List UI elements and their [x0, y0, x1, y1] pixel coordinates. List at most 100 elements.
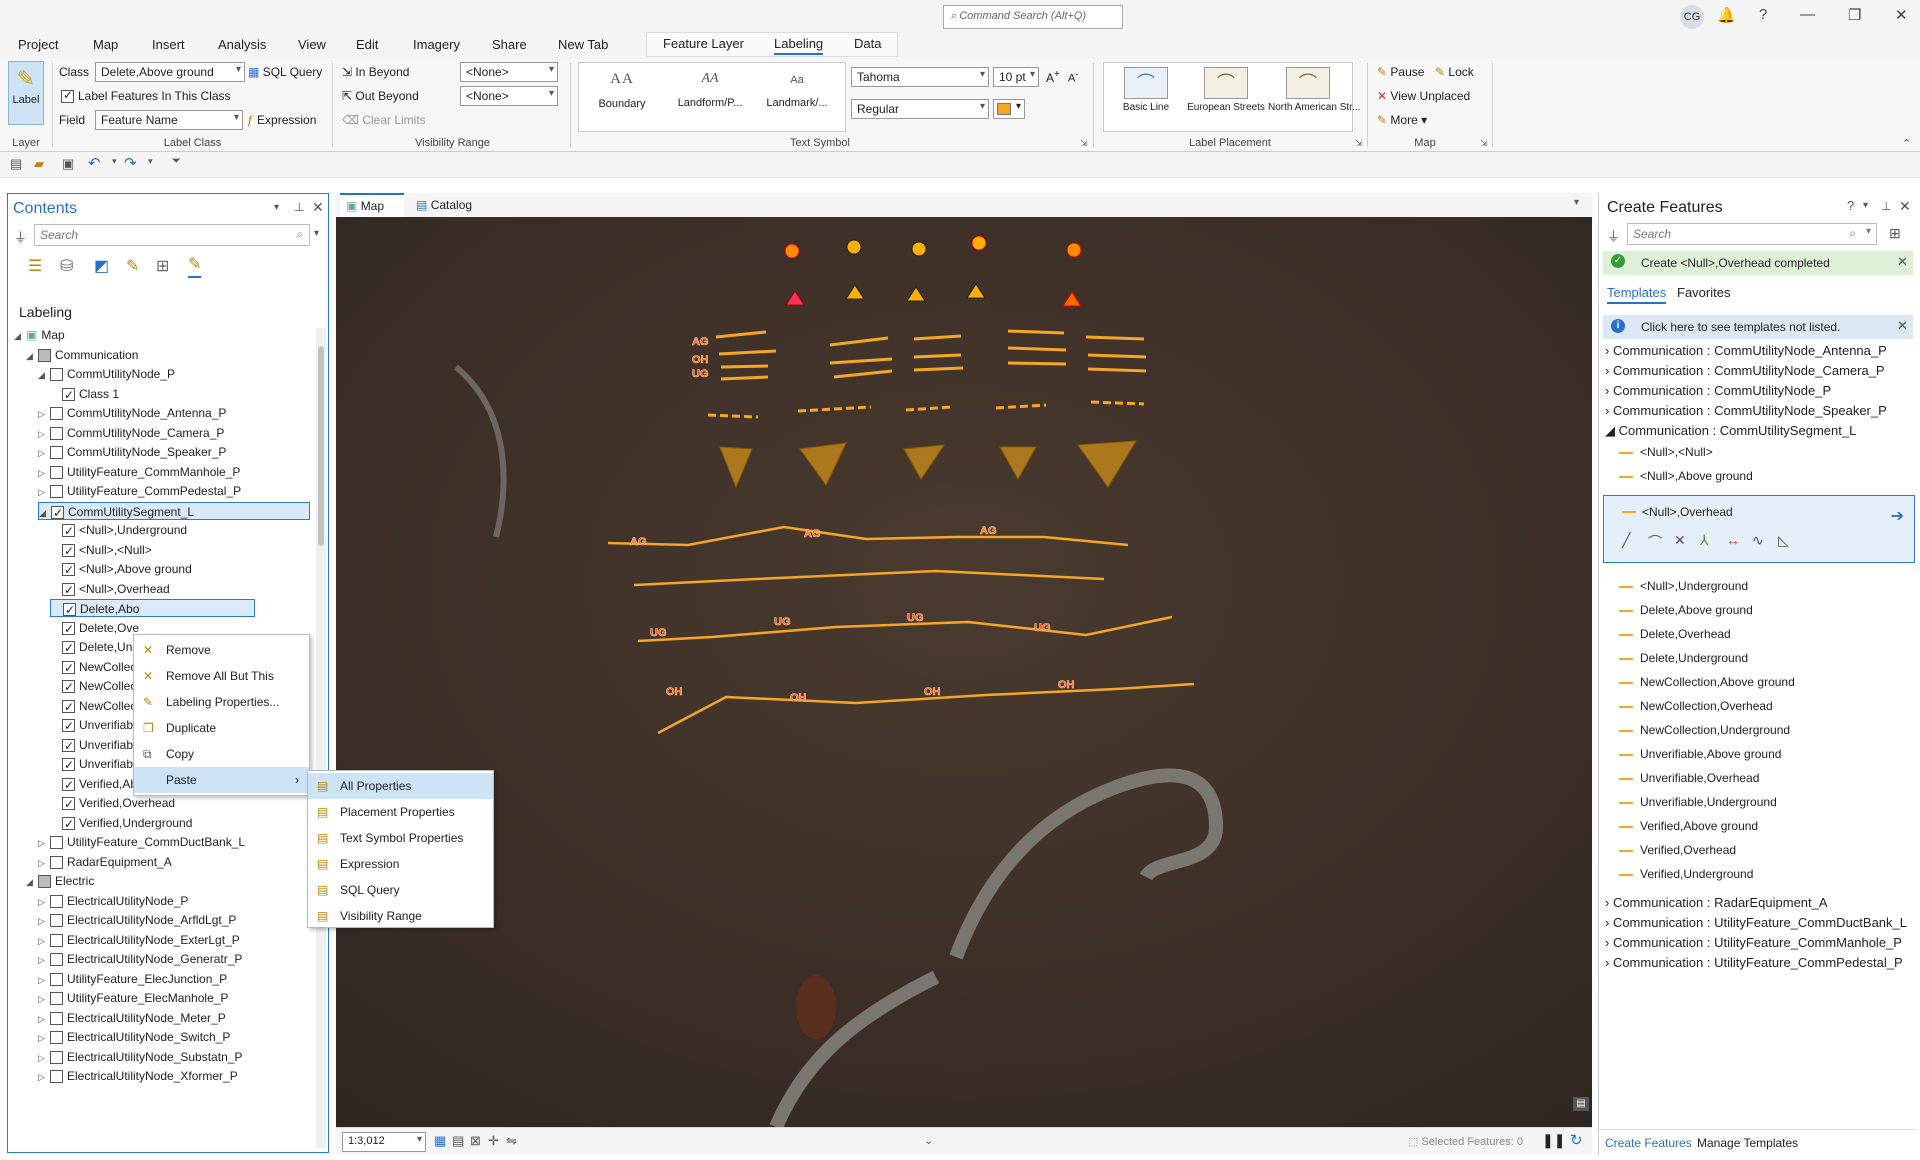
class-dropdown[interactable]: Delete,Above ground	[95, 62, 245, 82]
save-icon[interactable]: ▣	[62, 156, 74, 172]
scale-dropdown[interactable]: 1:3,012	[342, 1132, 426, 1152]
in-beyond-dropdown[interactable]: <None>	[460, 62, 558, 82]
map-canvas[interactable]: AG OH UG AG AG AG UG UG UG UG OH OH OH OH ▤	[336, 217, 1592, 1127]
checkbox-checked[interactable]	[62, 737, 75, 755]
checkbox-checked[interactable]	[62, 561, 75, 579]
menu-item-paste[interactable]: Paste ›	[134, 767, 309, 793]
feature-template[interactable]: NewCollection,Overhead	[1619, 699, 1773, 713]
tree-item[interactable]: Unverifiabl	[50, 755, 136, 774]
tab-analysis[interactable]: Analysis	[218, 37, 266, 52]
tab-create-features[interactable]: Create Features	[1605, 1136, 1692, 1150]
tab-edit[interactable]: Edit	[356, 37, 378, 52]
checkbox-checked[interactable]	[62, 639, 75, 657]
settings-icon[interactable]: ⊞	[1889, 225, 1901, 242]
checkbox-checked[interactable]	[62, 542, 75, 560]
checkbox-checked[interactable]	[62, 581, 75, 599]
tree-item[interactable]: ◢ CommUtilityNode_P	[38, 365, 175, 383]
checkbox-unchecked[interactable]	[50, 933, 63, 947]
expand-toggle-icon[interactable]: ▷	[38, 1010, 50, 1028]
submenu-item-expression[interactable]: ▤ Expression	[308, 851, 493, 877]
tree-item[interactable]: Delete,Ove	[50, 619, 139, 638]
pane-menu-icon[interactable]: ▾	[274, 202, 279, 213]
tree-item[interactable]: ▷ UtilityFeature_CommPedestal_P	[38, 482, 241, 500]
feature-template[interactable]: Unverifiable,Overhead	[1619, 771, 1759, 785]
expression-button[interactable]: ƒ Expression	[247, 113, 316, 127]
expand-toggle-icon[interactable]: ▷	[38, 483, 50, 501]
group-checkbox[interactable]	[38, 348, 51, 362]
group-checkbox[interactable]	[38, 875, 51, 889]
expand-toggle-icon[interactable]: ◢	[26, 873, 38, 891]
checkbox-checked[interactable]	[62, 386, 75, 404]
dismiss-icon[interactable]: ✕	[1897, 254, 1908, 270]
checkbox-unchecked[interactable]	[50, 1070, 63, 1084]
in-beyond-button[interactable]: ⇲ In Beyond	[342, 65, 409, 79]
tree-item[interactable]: NewCollec	[50, 697, 136, 716]
pin-icon[interactable]: ⊥	[294, 200, 304, 214]
gallery-item-landmark[interactable]: Aa Landmark/...	[757, 71, 837, 109]
tree-item[interactable]: ▷ UtilityFeature_ElecJunction_P	[38, 970, 227, 988]
tab-project[interactable]: Project	[18, 37, 58, 52]
tree-item[interactable]: ▷ ElectricalUtilityNode_Substatn_P	[38, 1048, 242, 1066]
tab-view[interactable]: View	[298, 37, 326, 52]
expand-toggle-icon[interactable]: ▷	[38, 971, 50, 989]
search-options-icon[interactable]: ▾	[314, 228, 319, 239]
expand-toggle-icon[interactable]: ▷	[38, 1068, 50, 1086]
tree-item[interactable]: <Null>,Underground	[50, 521, 187, 540]
new-project-icon[interactable]: ▤	[10, 156, 22, 172]
close-pane-icon[interactable]: ✕	[1899, 198, 1911, 215]
gallery-item-boundary[interactable]: AA Boundary	[587, 71, 657, 110]
menu-item-remove-all-but-this[interactable]: ✕ Remove All But This	[134, 663, 309, 689]
list-by-data-source-icon[interactable]: ⛁	[60, 256, 73, 276]
tab-share[interactable]: Share	[492, 37, 527, 52]
tree-item[interactable]: Verified,Underground	[50, 814, 192, 833]
menu-item-copy[interactable]: ⧉ Copy	[134, 741, 309, 767]
lock-button[interactable]: ✎ Lock	[1435, 65, 1474, 79]
map-overview-icon[interactable]: ▤	[1573, 1097, 1589, 1111]
submenu-item-visibility-range[interactable]: ▤ Visibility Range	[308, 903, 493, 929]
template-category[interactable]: › Communication : CommUtilityNode_Camera…	[1605, 363, 1885, 378]
feature-template[interactable]: <Null>,<Null>	[1619, 445, 1713, 459]
checkbox-unchecked[interactable]	[50, 368, 63, 382]
line-tool-icon[interactable]: ╱	[1622, 532, 1630, 549]
feature-template[interactable]: Unverifiable,Above ground	[1619, 747, 1781, 761]
segment-tool-icon[interactable]: ↔	[1726, 532, 1740, 548]
checkbox-checked[interactable]	[62, 659, 75, 677]
tree-item[interactable]: ◢ ▣ Map	[14, 326, 65, 344]
gallery-item-landform[interactable]: AA Landform/P...	[669, 71, 751, 109]
close-pane-icon[interactable]: ✕	[312, 199, 324, 216]
placement-basic-line[interactable]: ⌒ Basic Line	[1110, 67, 1182, 113]
expand-toggle-icon[interactable]: ▷	[38, 893, 50, 911]
font-style-dropdown[interactable]: Regular	[851, 99, 989, 119]
checkbox-unchecked[interactable]	[50, 1050, 63, 1064]
checkbox-unchecked[interactable]	[50, 446, 63, 460]
field-dropdown[interactable]: Feature Name	[95, 110, 243, 130]
list-by-editing-icon[interactable]: ✎	[126, 256, 139, 276]
checkbox-checked[interactable]	[51, 504, 64, 522]
checkbox-unchecked[interactable]	[50, 992, 63, 1006]
redo-icon[interactable]: ↷	[124, 154, 137, 172]
tab-list-icon[interactable]: ▾	[1574, 197, 1579, 208]
tab-favorites[interactable]: Favorites	[1677, 285, 1730, 300]
dismiss-icon[interactable]: ✕	[1897, 318, 1908, 334]
submenu-item-sql-query[interactable]: ▤ SQL Query	[308, 877, 493, 903]
tab-catalog-view[interactable]: ▤ Catalog	[410, 193, 490, 217]
active-template[interactable]: <Null>,Overhead ➔ ╱ ⌒ ✕ ⅄ ↔ ∿ ◺	[1603, 495, 1915, 563]
tab-templates[interactable]: Templates	[1607, 285, 1667, 304]
checkbox-unchecked[interactable]	[50, 1011, 63, 1025]
expand-toggle-icon[interactable]: ▷	[38, 912, 50, 930]
feature-template[interactable]: Unverifiable,Underground	[1619, 795, 1777, 809]
template-category[interactable]: › Communication : CommUtilityNode_Antenn…	[1605, 343, 1887, 358]
grow-font-icon[interactable]: A+	[1046, 69, 1060, 85]
tree-item[interactable]: ▷ ElectricalUtilityNode_P	[38, 892, 188, 910]
tab-manage-templates[interactable]: Manage Templates	[1697, 1136, 1798, 1150]
scrollbar[interactable]	[316, 328, 326, 1148]
font-size-dropdown[interactable]: 10 pt	[993, 67, 1039, 87]
tree-item[interactable]: <Null>,Above ground	[50, 560, 192, 579]
checkbox-checked[interactable]	[62, 815, 75, 833]
close-window-icon[interactable]: ✕	[1895, 6, 1908, 24]
tree-item[interactable]: ▷ ElectricalUtilityNode_Meter_P	[38, 1009, 226, 1027]
list-by-selection-icon[interactable]: ◩	[94, 256, 109, 276]
clear-limits-button[interactable]: ⌫ Clear Limits	[342, 113, 426, 127]
submenu-item-text-symbol-properties[interactable]: ▤ Text Symbol Properties	[308, 825, 493, 851]
expand-toggle-icon[interactable]: ▷	[38, 932, 50, 950]
